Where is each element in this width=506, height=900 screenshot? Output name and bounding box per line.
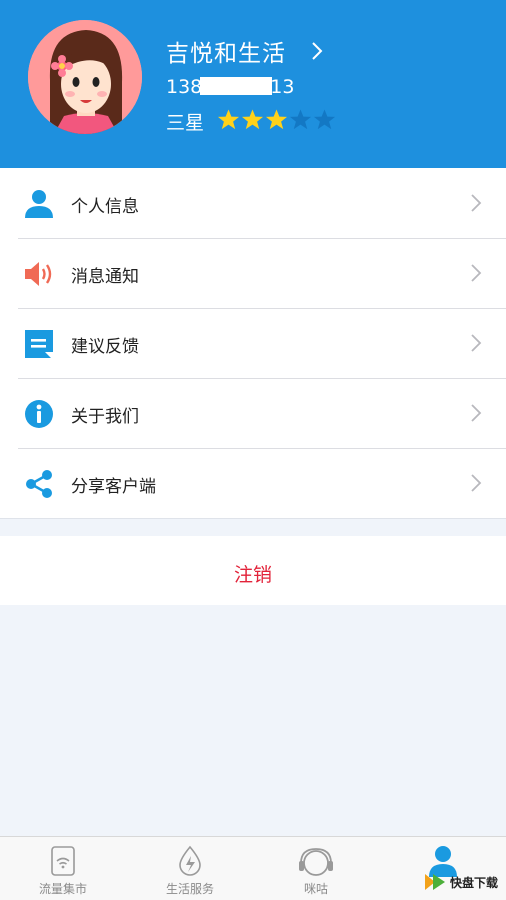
tab-migu[interactable]: 咪咕	[253, 837, 379, 900]
tab-label: 咪咕	[303, 882, 328, 896]
menu-item-label: 消息通知	[71, 267, 139, 287]
menu-item-label: 建议反馈	[71, 337, 139, 357]
tab-label: 生活服务	[165, 882, 214, 896]
menu-item-label: 关于我们	[71, 407, 139, 427]
star-filled-icon	[265, 109, 288, 130]
menu-item-notifications[interactable]: 消息通知	[0, 238, 506, 308]
menu-item-label: 分享客户端	[71, 477, 156, 497]
wifi-card-icon	[50, 845, 76, 881]
menu-item-share-client[interactable]: 分享客户端	[0, 448, 506, 518]
chevron-right-icon[interactable]	[310, 40, 324, 66]
tab-life-services[interactable]: 生活服务	[127, 837, 253, 900]
star-filled-icon	[241, 109, 264, 130]
person-icon	[23, 188, 55, 220]
menu-item-about-us[interactable]: 关于我们	[0, 378, 506, 448]
watermark-title: 快盘下载	[449, 875, 498, 890]
speaker-icon	[23, 258, 55, 290]
star-rating	[217, 108, 336, 131]
menu-item-personal-info[interactable]: 个人信息	[0, 168, 506, 238]
menu-item-feedback[interactable]: 建议反馈	[0, 308, 506, 378]
watermark-logo-icon	[424, 874, 445, 890]
tab-label: 流量集市	[38, 882, 87, 896]
feedback-icon	[23, 328, 55, 360]
star-filled-icon	[217, 109, 240, 130]
avatar-girl-icon	[28, 20, 142, 134]
menu-item-label: 个人信息	[71, 197, 139, 217]
logout-label: 注销	[233, 564, 272, 586]
logout-button[interactable]: 注销	[0, 536, 506, 605]
headphones-icon	[298, 845, 334, 881]
share-icon	[23, 468, 55, 500]
phone-mask	[200, 77, 273, 95]
chevron-right-icon	[470, 193, 482, 217]
phone-suffix: 13	[270, 76, 295, 98]
chevron-right-icon	[470, 263, 482, 287]
user-name: 吉悦和生活	[166, 41, 286, 67]
watermark: 快盘下载	[423, 872, 498, 892]
chevron-right-icon	[470, 473, 482, 497]
phone-number: 138 13	[166, 76, 294, 98]
phone-prefix: 138	[166, 76, 203, 98]
avatar	[28, 20, 142, 134]
tab-data-market[interactable]: 流量集市	[0, 837, 126, 900]
star-empty-icon	[289, 109, 312, 130]
level-label: 三星	[166, 112, 205, 134]
info-icon	[23, 398, 55, 430]
star-empty-icon	[313, 109, 336, 130]
profile-header[interactable]: 吉悦和生活 138 13 三星	[0, 0, 506, 168]
chevron-right-icon	[470, 333, 482, 357]
chevron-right-icon	[470, 403, 482, 427]
energy-drop-icon	[176, 845, 204, 881]
settings-menu: 个人信息 消息通知 建议反馈 关于我们 分享客户端	[0, 168, 506, 519]
